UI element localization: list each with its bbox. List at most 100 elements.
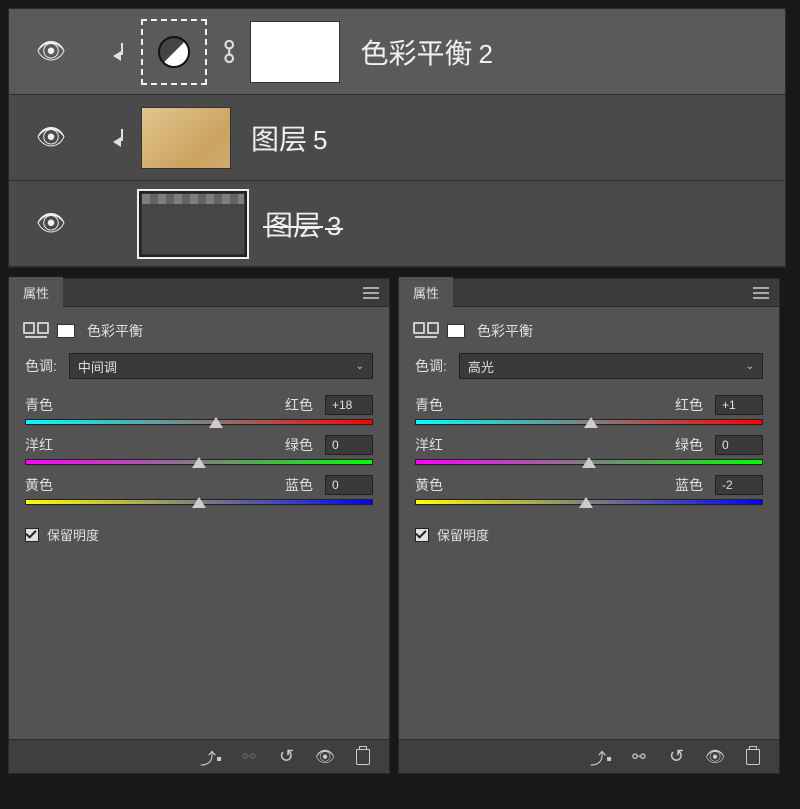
panel-footer: ⤴▪ ⚯ ↻ 👁 <box>9 739 389 773</box>
indent <box>81 43 141 61</box>
mask-icon[interactable] <box>57 324 75 338</box>
preserve-label: 保留明度 <box>47 525 99 544</box>
mask-icon[interactable] <box>447 324 465 338</box>
dropdown-caret-icon: ⌄ <box>356 361 364 372</box>
tone-value: 高光 <box>468 357 494 376</box>
clip-to-layer-button[interactable]: ⤴▪ <box>591 747 611 767</box>
chain-button[interactable]: ⚯ <box>239 747 259 767</box>
green-label: 绿色 <box>675 435 703 455</box>
adjustment-header: 色彩平衡 <box>25 321 373 341</box>
visibility-button[interactable]: 👁 <box>705 747 725 767</box>
mg-track[interactable] <box>25 459 373 465</box>
yellow-label: 黄色 <box>25 475 53 495</box>
properties-tab[interactable]: 属性 <box>399 277 453 308</box>
adjustment-title: 色彩平衡 <box>477 321 533 341</box>
red-label: 红色 <box>285 395 313 415</box>
visibility-toggle[interactable]: 👁 <box>21 209 81 238</box>
mg-value[interactable]: 0 <box>715 435 763 455</box>
layer-name[interactable]: 图层 5 <box>251 118 327 158</box>
yb-track[interactable] <box>25 499 373 505</box>
link-icon[interactable]: ⚯ <box>212 40 245 63</box>
layer-row-image[interactable]: 👁 图层 5 <box>9 95 785 181</box>
layer-name-text: 色彩平衡 <box>360 32 472 72</box>
layer-row-color-balance[interactable]: 👁 ⚯ 色彩平衡 2 <box>9 9 785 95</box>
adjustment-header: 色彩平衡 <box>415 321 763 341</box>
slider-knob[interactable] <box>192 497 206 508</box>
layer-thumbnail[interactable] <box>141 107 231 169</box>
cr-track[interactable] <box>415 419 763 425</box>
trash-icon <box>746 749 760 765</box>
layer-thumbnail[interactable] <box>141 193 245 255</box>
tone-row: 色调: 中间调 ⌄ <box>25 353 373 379</box>
visibility-button[interactable]: 👁 <box>315 747 335 767</box>
panel-footer: ⤴▪ ⚯ ↻ 👁 <box>399 739 779 773</box>
magenta-label: 洋红 <box>415 435 443 455</box>
panel-header: 属性 <box>399 279 779 307</box>
properties-panel-highlights: 属性 色彩平衡 色调: 高光 ⌄ 青色 <box>398 278 780 774</box>
layer-name[interactable]: 图层 3 <box>265 204 341 244</box>
slider-magenta-green: 洋红 绿色 0 <box>415 435 763 465</box>
adjustment-title: 色彩平衡 <box>87 321 143 341</box>
preserve-luminosity-row[interactable]: 保留明度 <box>25 525 373 544</box>
properties-tab[interactable]: 属性 <box>9 277 63 308</box>
yb-track[interactable] <box>415 499 763 505</box>
delete-button[interactable] <box>353 747 373 767</box>
preserve-label: 保留明度 <box>437 525 489 544</box>
panel-menu-icon[interactable] <box>753 287 769 299</box>
cr-value[interactable]: +1 <box>715 395 763 415</box>
cr-value[interactable]: +18 <box>325 395 373 415</box>
clip-down-arrow-icon <box>113 129 131 147</box>
preserve-luminosity-row[interactable]: 保留明度 <box>415 525 763 544</box>
yb-value[interactable]: 0 <box>325 475 373 495</box>
tab-label: 属性 <box>413 286 439 301</box>
visibility-toggle[interactable]: 👁 <box>21 123 81 152</box>
slider-knob[interactable] <box>582 457 596 468</box>
tone-row: 色调: 高光 ⌄ <box>415 353 763 379</box>
balance-icon <box>25 324 47 338</box>
cyan-label: 青色 <box>415 395 443 415</box>
mg-track[interactable] <box>415 459 763 465</box>
tone-select[interactable]: 高光 ⌄ <box>459 353 763 379</box>
adjustment-thumbnail[interactable] <box>141 19 207 85</box>
dropdown-caret-icon: ⌄ <box>746 361 754 372</box>
thumbnails: ⚯ <box>141 19 340 85</box>
cr-track[interactable] <box>25 419 373 425</box>
tone-label: 色调: <box>415 356 447 376</box>
layer-row-plain[interactable]: 👁 图层 3 <box>9 181 785 267</box>
tone-value: 中间调 <box>78 357 117 376</box>
layers-panel: 👁 ⚯ 色彩平衡 2 👁 图层 5 👁 <box>8 8 786 268</box>
slider-knob[interactable] <box>209 417 223 428</box>
yb-value[interactable]: -2 <box>715 475 763 495</box>
slider-magenta-green: 洋红 绿色 0 <box>25 435 373 465</box>
delete-button[interactable] <box>743 747 763 767</box>
clip-to-layer-button[interactable]: ⤴▪ <box>201 747 221 767</box>
blue-label: 蓝色 <box>675 475 703 495</box>
tone-label: 色调: <box>25 356 57 376</box>
checkbox-icon[interactable] <box>415 528 429 542</box>
slider-knob[interactable] <box>584 417 598 428</box>
layer-name-text: 图层 <box>265 204 321 244</box>
visibility-toggle[interactable]: 👁 <box>21 37 81 66</box>
reset-button[interactable]: ↻ <box>277 747 297 767</box>
chain-button[interactable]: ⚯ <box>629 747 649 767</box>
yellow-label: 黄色 <box>415 475 443 495</box>
tab-label: 属性 <box>23 286 49 301</box>
checkbox-icon[interactable] <box>25 528 39 542</box>
trash-icon <box>356 749 370 765</box>
mask-thumbnail[interactable] <box>250 21 340 83</box>
layer-name[interactable]: 色彩平衡 2 <box>360 32 492 72</box>
slider-cyan-red: 青色 红色 +18 <box>25 395 373 425</box>
eye-icon: 👁 <box>36 209 66 238</box>
blue-label: 蓝色 <box>285 475 313 495</box>
tone-select[interactable]: 中间调 ⌄ <box>69 353 373 379</box>
reset-button[interactable]: ↻ <box>667 747 687 767</box>
clip-down-arrow-icon <box>113 43 131 61</box>
properties-panel-midtones: 属性 色彩平衡 色调: 中间调 ⌄ 青色 <box>8 278 390 774</box>
layer-suffix: 5 <box>313 125 327 156</box>
panel-menu-icon[interactable] <box>363 287 379 299</box>
mg-value[interactable]: 0 <box>325 435 373 455</box>
slider-cyan-red: 青色 红色 +1 <box>415 395 763 425</box>
eye-icon: 👁 <box>36 37 66 66</box>
slider-knob[interactable] <box>192 457 206 468</box>
slider-knob[interactable] <box>579 497 593 508</box>
